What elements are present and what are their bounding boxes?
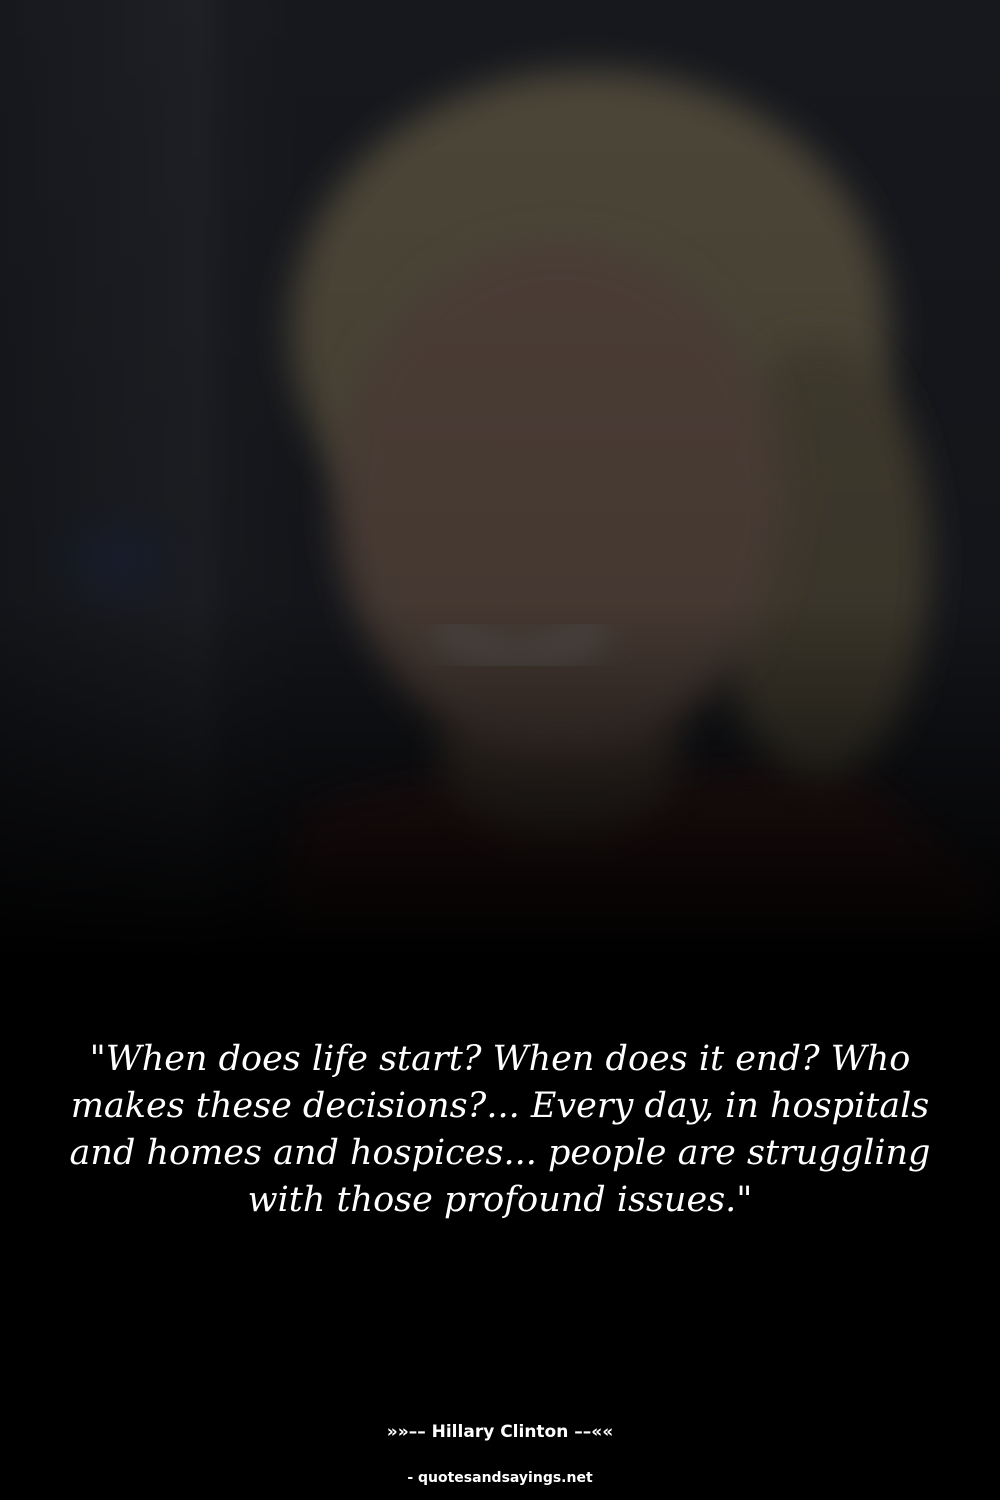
dark-gradient-overlay (0, 0, 1000, 1500)
author-line: »»–– Hillary Clinton ––«« (386, 1422, 614, 1442)
quote-card: "When does life start? When does it end?… (0, 0, 1000, 1500)
quote-text: "When does life start? When does it end?… (69, 1039, 931, 1220)
source-watermark: - quotesandsayings.net (407, 1470, 593, 1486)
